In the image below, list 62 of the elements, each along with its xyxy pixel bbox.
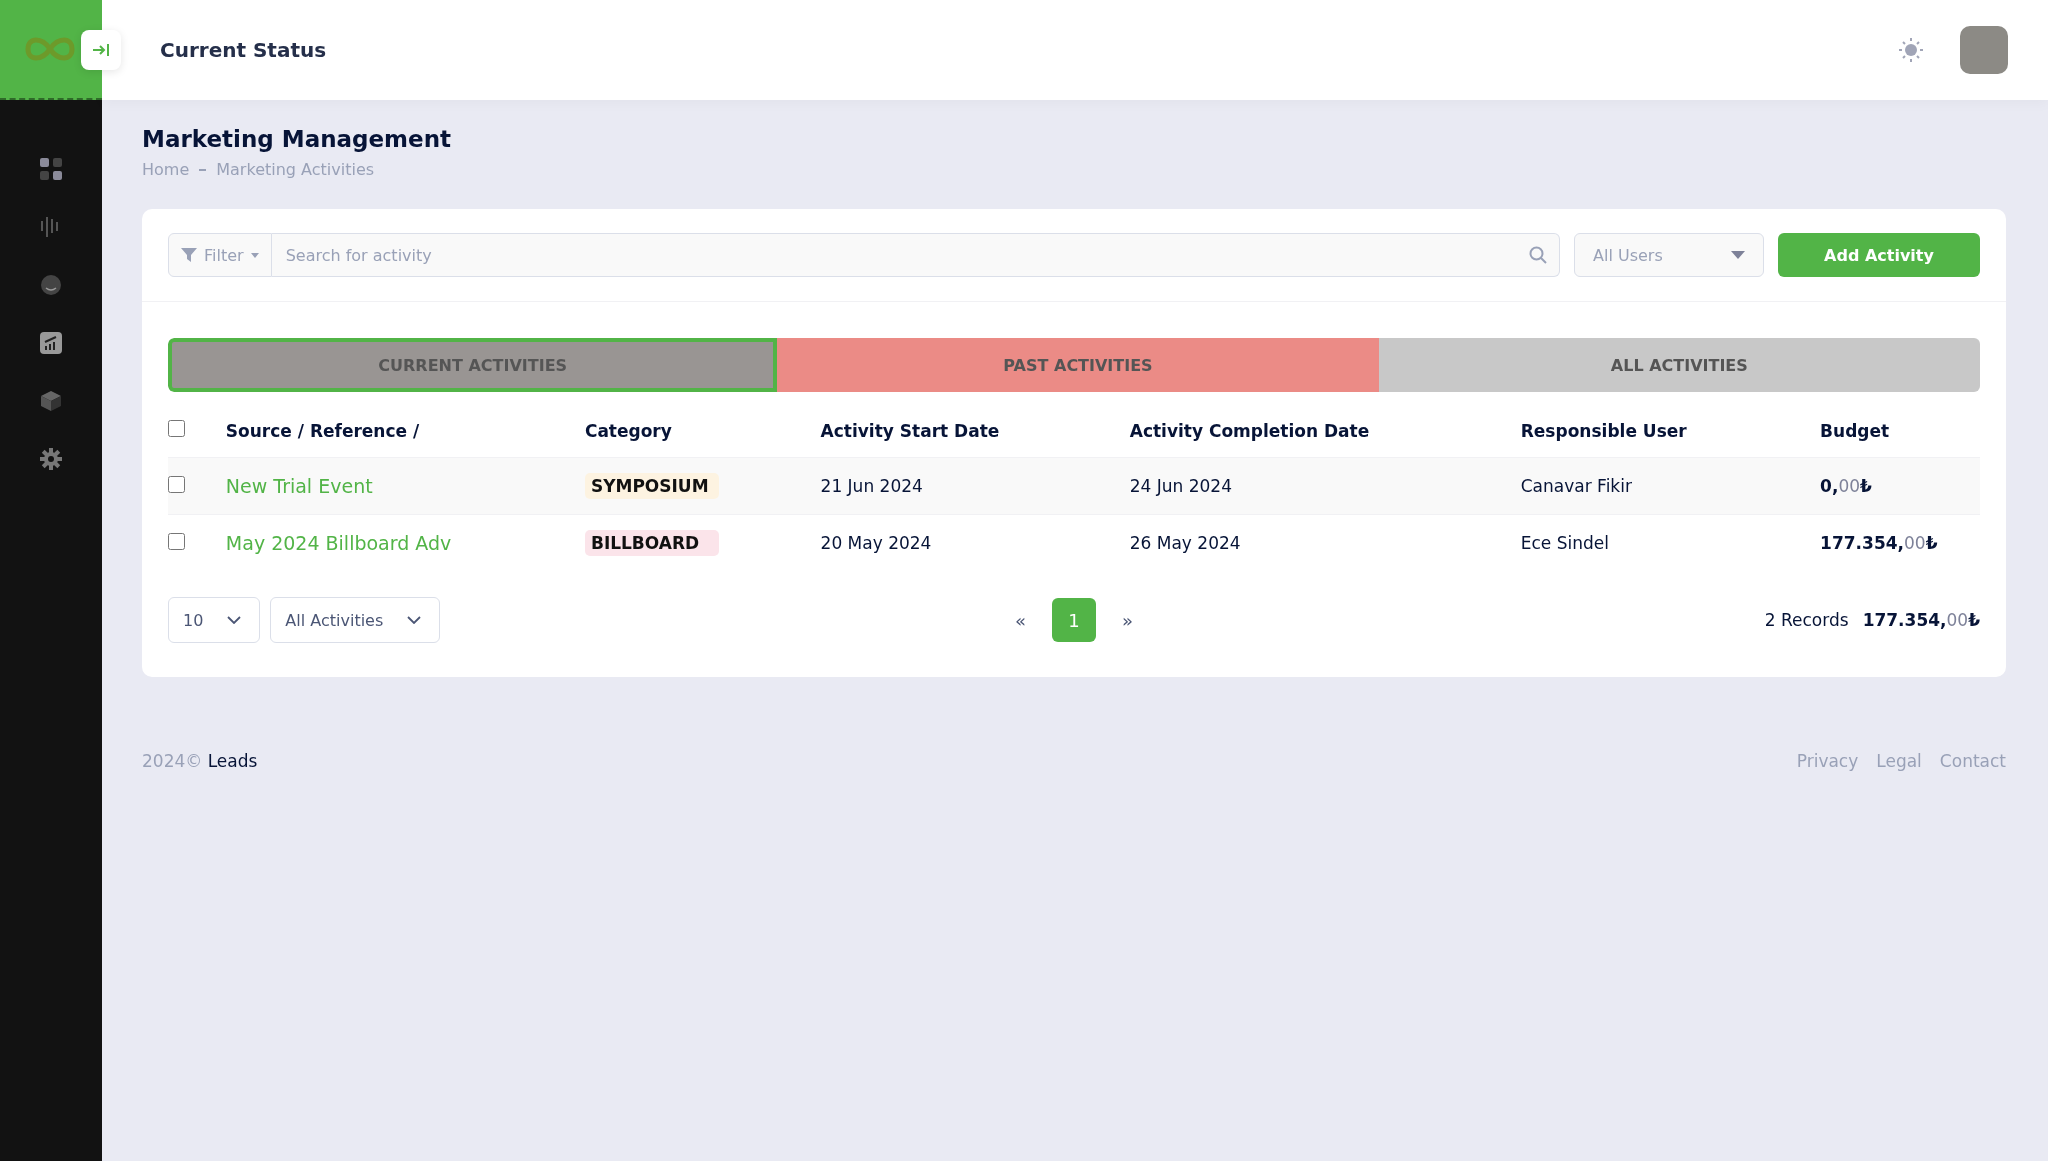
caret-icon: [1731, 251, 1745, 259]
records-count: 2 Records: [1764, 610, 1849, 630]
budget-amount: 0,00₺: [1820, 476, 1872, 496]
copyright-year: 2024©: [142, 751, 203, 771]
theme-toggle-icon[interactable]: [1898, 37, 1924, 63]
filter-button[interactable]: Filter: [168, 233, 272, 277]
caret-icon: [250, 252, 259, 258]
search-icon: [1529, 246, 1547, 264]
column-header: Budget: [1820, 420, 1890, 441]
search-input[interactable]: Search for activity: [283, 244, 1529, 266]
circle-icon[interactable]: [40, 274, 62, 296]
avatar-placeholder[interactable]: [1960, 26, 2008, 74]
activity-tab[interactable]: PAST ACTIVITIES: [777, 338, 1379, 392]
column-header: Source / Reference /: [225, 420, 420, 441]
column-header: Activity Completion Date: [1129, 420, 1370, 441]
footer-link[interactable]: Contact: [1939, 751, 2006, 771]
footer-link[interactable]: Privacy: [1796, 751, 1859, 771]
breadcrumb-separator: [199, 168, 207, 171]
breadcrumb-item[interactable]: Marketing Activities: [216, 160, 375, 179]
settings-icon[interactable]: [40, 448, 62, 470]
add-activity-button[interactable]: Add Activity: [1778, 233, 1980, 277]
select-all-checkbox[interactable]: [168, 420, 185, 437]
funnel-icon: [181, 247, 197, 263]
search-field[interactable]: Search for activity: [271, 233, 1560, 277]
dashboard-icon[interactable]: [39, 157, 63, 181]
category-tag: SYMPOSIUM: [584, 473, 719, 499]
completion-date: 26 May 2024: [1129, 533, 1241, 553]
cube-icon[interactable]: [40, 390, 62, 412]
infinity-logo-icon: [24, 35, 76, 63]
activity-tab[interactable]: CURRENT ACTIVITIES: [168, 338, 778, 392]
next-page-button[interactable]: »: [1114, 609, 1141, 631]
breadcrumb-item[interactable]: Home: [142, 160, 190, 179]
total-amount: 177.354,00₺: [1862, 610, 1980, 630]
users-dropdown[interactable]: All Users: [1574, 233, 1764, 277]
row-checkbox[interactable]: [168, 475, 185, 493]
previous-page-button[interactable]: «: [1007, 609, 1034, 631]
sidebar-toggle-button[interactable]: [81, 30, 121, 70]
budget-amount: 177.354,00₺: [1820, 533, 1938, 553]
page-button[interactable]: 1: [1052, 598, 1096, 642]
start-date: 21 Jun 2024: [820, 476, 923, 496]
activity-link[interactable]: New Trial Event: [225, 475, 373, 497]
completion-date: 24 Jun 2024: [1129, 476, 1232, 496]
activity-type-dropdown[interactable]: All Activities: [270, 597, 441, 643]
page-title: Marketing Management: [142, 126, 453, 152]
start-date: 20 May 2024: [820, 533, 932, 553]
arrow-right-to-line-icon: [92, 43, 110, 57]
chevron-down-icon: [227, 616, 242, 624]
responsible-user: Canavar Fikir: [1520, 476, 1632, 496]
column-header: Activity Start Date: [820, 420, 1000, 441]
brand-link[interactable]: Leads: [207, 751, 258, 771]
category-tag: BILLBOARD: [584, 530, 719, 556]
page-size-dropdown[interactable]: 10: [168, 597, 261, 643]
responsible-user: Ece Sindel: [1520, 533, 1609, 553]
chevron-down-icon: [407, 616, 422, 624]
row-checkbox[interactable]: [168, 532, 185, 550]
footer-link[interactable]: Legal: [1876, 751, 1922, 771]
column-header: Responsible User: [1520, 420, 1687, 441]
chart-icon[interactable]: [40, 332, 62, 354]
header-title: Current Status: [160, 38, 328, 62]
column-header: Category: [584, 420, 672, 441]
activity-tab[interactable]: ALL ACTIVITIES: [1378, 338, 1980, 392]
activity-link[interactable]: May 2024 Billboard Adv: [225, 532, 452, 554]
